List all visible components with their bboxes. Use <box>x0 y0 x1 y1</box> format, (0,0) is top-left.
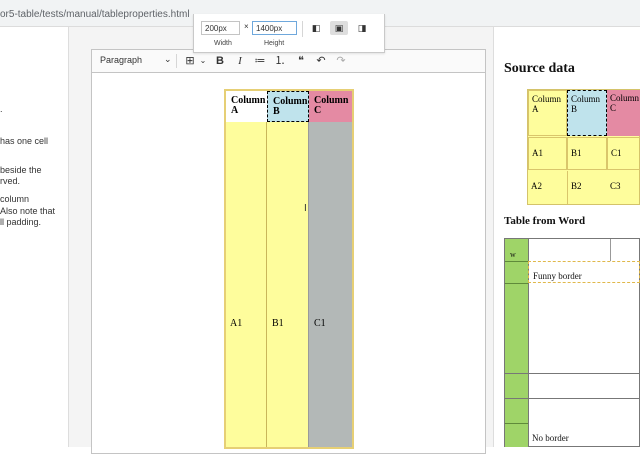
description-line-5: column <box>0 194 30 204</box>
balloon-separator <box>302 21 303 37</box>
text-cursor-icon: I <box>304 203 307 214</box>
source-data-heading: Source data <box>504 61 575 76</box>
description-line-4: rved. <box>0 176 21 186</box>
source-header-a: Column A <box>528 90 567 136</box>
heading-dropdown[interactable]: Paragraph <box>100 55 142 65</box>
cell-text-b1: B1 <box>272 318 284 329</box>
cell-text-a1: A1 <box>230 318 243 329</box>
align-right-icon[interactable]: ◨ <box>353 21 371 35</box>
header-cell-c[interactable]: Column C <box>309 91 352 122</box>
funny-border-text: Funny border <box>533 271 582 281</box>
height-input[interactable]: 1400px <box>252 21 297 35</box>
description-line-3: beside the <box>0 165 42 175</box>
table-from-word-heading: Table from Word <box>504 215 586 227</box>
numbered-list-icon[interactable]: ⒈ <box>272 53 288 69</box>
description-line-1: . <box>0 104 3 114</box>
table-properties-panel: 200px × 1400px Width Height ◧ ▣ ◨ <box>193 14 385 53</box>
word-row-divider <box>505 373 640 374</box>
word-row-divider <box>505 283 528 284</box>
bulleted-list-icon[interactable]: ≔ <box>252 53 268 69</box>
chevron-down-icon[interactable]: ⌄ <box>195 53 211 69</box>
align-center-icon[interactable]: ▣ <box>330 21 348 35</box>
cell-text-c1: C1 <box>314 318 326 329</box>
source-cell-b2: B2 <box>567 171 607 204</box>
blockquote-icon[interactable]: ❝ <box>293 53 309 69</box>
word-row-divider <box>505 261 528 262</box>
times-sign: × <box>244 22 249 31</box>
description-line-7: ll padding. <box>0 217 42 227</box>
width-input[interactable]: 200px <box>201 21 240 35</box>
redo-icon[interactable]: ↷ <box>333 53 349 69</box>
source-cell-c1: C1 <box>607 137 640 170</box>
source-header-b: Column B <box>567 90 607 136</box>
header-cell-a[interactable]: Column A <box>226 91 267 122</box>
align-left-icon[interactable]: ◧ <box>307 21 325 35</box>
toolbar-separator <box>176 54 177 68</box>
no-border-text: No border <box>532 433 569 443</box>
chevron-down-icon[interactable]: ⌄ <box>164 54 172 65</box>
body-cell-a1[interactable] <box>226 122 267 447</box>
bold-button[interactable]: B <box>212 53 228 69</box>
undo-icon[interactable]: ↶ <box>313 53 329 69</box>
source-cell-b1: B1 <box>567 137 607 170</box>
width-label: Width <box>214 40 232 47</box>
source-cell-a2: A2 <box>531 181 542 191</box>
body-cell-b1[interactable] <box>267 122 309 447</box>
source-cell-c3: C3 <box>610 181 621 191</box>
description-line-6: Also note that <box>0 206 56 216</box>
word-cell-w: w <box>510 250 516 259</box>
description-line-2: has one cell <box>0 136 49 146</box>
word-row-divider <box>505 423 528 424</box>
word-green-column <box>505 239 528 447</box>
body-cell-c1[interactable] <box>309 122 352 447</box>
source-header-c: Column C <box>607 90 640 136</box>
word-row-divider <box>505 398 640 399</box>
url-text: or5-table/tests/manual/tableproperties.h… <box>0 9 190 20</box>
source-cell-a1: A1 <box>528 137 567 170</box>
italic-button[interactable]: I <box>232 53 248 69</box>
header-cell-b[interactable]: Column B <box>267 91 309 122</box>
height-label: Height <box>264 40 285 47</box>
word-col-divider <box>610 239 611 261</box>
